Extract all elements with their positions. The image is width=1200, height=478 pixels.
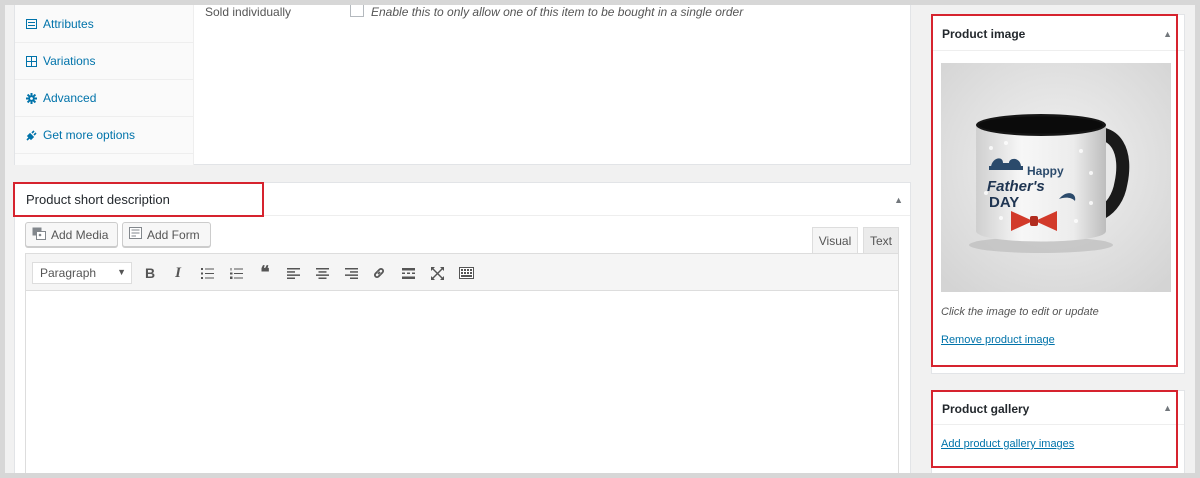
sold-individually-checkbox[interactable] <box>350 5 364 17</box>
highlight-short-description <box>13 182 264 217</box>
form-icon <box>129 227 142 242</box>
plug-icon <box>25 129 37 141</box>
read-more-icon[interactable] <box>397 262 419 284</box>
blockquote-icon[interactable]: ❝ <box>254 262 276 284</box>
highlight-product-image <box>931 14 1178 367</box>
align-right-icon[interactable] <box>340 262 362 284</box>
bullet-list-icon[interactable] <box>196 262 218 284</box>
collapse-arrow-icon[interactable]: ▲ <box>894 195 903 205</box>
add-media-label: Add Media <box>51 227 109 242</box>
add-media-button[interactable]: Add Media <box>25 222 118 247</box>
tab-visual-label: Visual <box>818 234 852 248</box>
link-icon[interactable] <box>368 262 390 284</box>
tab-text[interactable]: Text <box>863 227 899 253</box>
short-description-editor[interactable] <box>25 291 899 473</box>
media-icon <box>32 227 46 243</box>
format-select-value: Paragraph <box>40 266 97 280</box>
sold-individually-label: Sold individually <box>205 5 292 19</box>
tab-text-label: Text <box>869 233 892 248</box>
tab-label: Attributes <box>43 16 94 31</box>
tab-get-more-options[interactable]: Get more options <box>15 117 193 154</box>
chevron-down-icon: ▼ <box>117 267 126 277</box>
add-form-label: Add Form <box>147 227 200 242</box>
toolbar-toggle-icon[interactable] <box>455 262 477 284</box>
align-center-icon[interactable] <box>311 262 333 284</box>
numbered-list-icon[interactable] <box>225 262 247 284</box>
align-left-icon[interactable] <box>282 262 304 284</box>
editor-toolbar: Paragraph ▼ B I ❝ <box>25 253 899 291</box>
gear-icon <box>25 92 37 104</box>
tab-label: Variations <box>43 54 96 68</box>
tab-advanced[interactable]: Advanced <box>15 80 193 117</box>
sold-individually-description: Enable this to only allow one of this it… <box>371 5 744 19</box>
add-form-button[interactable]: Add Form <box>122 222 211 247</box>
bold-icon[interactable]: B <box>139 262 161 284</box>
highlight-product-gallery <box>931 390 1178 468</box>
format-select[interactable]: Paragraph ▼ <box>32 262 132 284</box>
tab-label: Get more options <box>43 128 136 142</box>
product-data-panel: Attributes Variations Advanced Get more … <box>14 5 911 165</box>
grid-icon <box>25 55 37 67</box>
italic-icon[interactable]: I <box>167 262 189 284</box>
tab-variations[interactable]: Variations <box>15 43 193 80</box>
tab-label: Advanced <box>43 91 97 105</box>
page: Attributes Variations Advanced Get more … <box>5 5 1195 473</box>
tab-attributes[interactable]: Attributes <box>15 5 193 43</box>
list-icon <box>25 18 37 29</box>
tab-visual[interactable]: Visual <box>812 227 858 254</box>
product-data-tabs: Attributes Variations Advanced Get more … <box>15 5 194 165</box>
fullscreen-icon[interactable] <box>426 262 448 284</box>
